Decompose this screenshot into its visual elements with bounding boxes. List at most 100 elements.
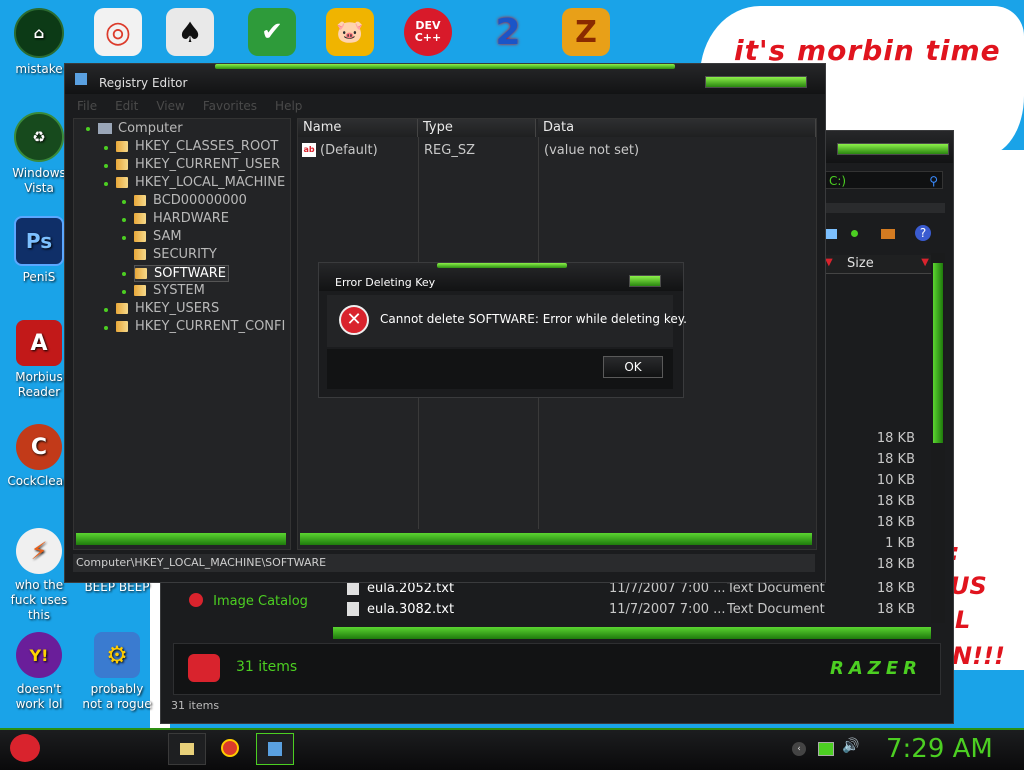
dialog-title: Error Deleting Key xyxy=(335,276,436,289)
tree-item-sam[interactable]: SAM xyxy=(134,229,182,244)
taskbar-regedit[interactable] xyxy=(256,733,294,765)
clock[interactable]: 7:29 AM xyxy=(886,734,993,764)
tree-item-hkey-current-user[interactable]: HKEY_CURRENT_USER xyxy=(116,157,280,172)
side-text-2: US xyxy=(950,572,987,600)
error-dialog[interactable]: Error Deleting Key ✕ Cannot delete SOFTW… xyxy=(318,262,687,398)
window-title: Registry Editor xyxy=(99,76,188,90)
folder-icon xyxy=(134,231,146,242)
table-row[interactable]: ab (Default) REG_SZ (value not set) xyxy=(302,143,802,161)
angry-bird-icon xyxy=(10,734,40,762)
desktop-icon-probably-not-a-rogue[interactable]: ⚙ probably not a rogue xyxy=(82,632,152,712)
size-column-header[interactable]: ▼ Size ▼ xyxy=(825,255,935,274)
tree-pane[interactable]: Computer HKEY_CLASSES_ROOT HKEY_CURRENT_… xyxy=(73,118,291,550)
dialog-message: Cannot delete SOFTWARE: Error while dele… xyxy=(380,312,687,326)
computer-icon xyxy=(98,123,112,134)
folder-icon xyxy=(134,213,146,224)
preview-icon[interactable] xyxy=(851,230,858,237)
dialog-close-button[interactable] xyxy=(629,275,661,287)
menu-bar: File Edit View Favorites Help xyxy=(77,99,302,115)
view-icon[interactable] xyxy=(825,229,837,239)
side-text-4: N!!! xyxy=(952,642,1005,670)
devcpp-icon[interactable]: DEV C++ xyxy=(404,8,452,56)
column-type[interactable]: Type xyxy=(418,119,536,137)
status-path: Computer\HKEY_LOCAL_MACHINE\SOFTWARE xyxy=(73,554,815,572)
start-button[interactable] xyxy=(4,730,46,768)
folder-icon[interactable] xyxy=(881,229,895,239)
values-hscroll[interactable] xyxy=(300,533,812,545)
address-bar[interactable]: C:) ⚲ xyxy=(825,171,943,189)
razer-logo: RAZER xyxy=(830,658,922,679)
shield-icon[interactable]: ✔ xyxy=(248,8,296,56)
nav-item-image-catalog[interactable]: Image Catalog xyxy=(189,593,308,609)
table-row[interactable]: eula.3082.txt 11/7/2007 7:00 ... Text Do… xyxy=(347,600,927,620)
folder-icon xyxy=(135,268,147,279)
explorer-window-controls[interactable] xyxy=(837,143,949,155)
tree-item-hardware[interactable]: HARDWARE xyxy=(134,211,229,226)
tree-item-security[interactable]: SECURITY xyxy=(134,247,217,262)
lightning-icon: ⚡ xyxy=(16,528,62,574)
column-name[interactable]: Name xyxy=(298,119,418,137)
folder-icon xyxy=(180,743,194,755)
regedit-icon xyxy=(75,73,87,85)
taskbar xyxy=(0,728,1024,770)
z-icon[interactable]: Z xyxy=(562,8,610,56)
folder-icon xyxy=(134,195,146,206)
explorer-toolbar: ? xyxy=(825,225,945,247)
size-list: 18 KB 18 KB 10 KB 18 KB 18 KB 1 KB 18 KB xyxy=(876,431,915,572)
tree-item-hkey-local-machine[interactable]: HKEY_LOCAL_MACHINE xyxy=(116,175,285,190)
explorer-hscroll[interactable] xyxy=(333,627,931,639)
window-controls[interactable] xyxy=(705,76,807,88)
chrome-icon[interactable]: ◎ xyxy=(94,8,142,56)
two-icon[interactable]: 2 xyxy=(484,8,532,56)
desktop-icon-yahoo[interactable]: Y! doesn't work lol xyxy=(4,632,74,712)
column-data[interactable]: Data xyxy=(538,119,816,137)
folder-icon xyxy=(116,303,128,314)
ok-button[interactable]: OK xyxy=(603,356,663,378)
solitaire-icon[interactable]: ♠ xyxy=(166,8,214,56)
dialog-body: ✕ Cannot delete SOFTWARE: Error while de… xyxy=(327,295,687,347)
xbox-icon: ⌂ xyxy=(14,8,64,58)
menu-help[interactable]: Help xyxy=(275,99,302,115)
image-catalog-icon xyxy=(189,593,203,607)
folder-icon xyxy=(116,141,128,152)
gear-icon: ⚙ xyxy=(94,632,140,678)
text-file-icon xyxy=(347,581,359,595)
menu-view[interactable]: View xyxy=(156,99,184,115)
recycle-bin-icon: ♻ xyxy=(14,112,64,162)
tree-item-hkey-users[interactable]: HKEY_USERS xyxy=(116,301,219,316)
taskbar-explorer[interactable] xyxy=(168,733,206,765)
tray-arrow-icon[interactable]: ‹ xyxy=(792,742,806,756)
tree-hscroll[interactable] xyxy=(76,533,286,545)
angry-bird-icon xyxy=(188,654,220,682)
menu-edit[interactable]: Edit xyxy=(115,99,138,115)
folder-icon xyxy=(116,159,128,170)
acrobat-icon: A xyxy=(16,320,62,366)
tree-item-hkey-current-config[interactable]: HKEY_CURRENT_CONFI xyxy=(116,319,285,334)
network-icon[interactable] xyxy=(818,742,834,756)
menu-file[interactable]: File xyxy=(77,99,97,115)
tree-item-software[interactable]: SOFTWARE xyxy=(134,265,229,282)
volume-icon[interactable]: 🔊 xyxy=(842,738,859,754)
photoshop-icon: Ps xyxy=(14,216,64,266)
help-icon[interactable]: ? xyxy=(915,225,931,241)
details-pane: 31 items RAZER xyxy=(173,643,941,695)
search-icon[interactable]: ⚲ xyxy=(929,172,938,190)
error-icon: ✕ xyxy=(339,305,369,335)
dialog-footer: OK xyxy=(327,349,673,389)
side-text-3: L xyxy=(955,606,971,634)
regedit-icon xyxy=(268,742,282,756)
tree-item-bcd[interactable]: BCD00000000 xyxy=(134,193,247,208)
folder-icon xyxy=(116,321,128,332)
folder-icon xyxy=(116,177,128,188)
bad-piggies-icon[interactable]: 🐷 xyxy=(326,8,374,56)
items-count: 31 items xyxy=(236,659,298,675)
menu-favorites[interactable]: Favorites xyxy=(203,99,257,115)
explorer-vscroll[interactable] xyxy=(931,253,945,623)
tree-item-computer[interactable]: Computer xyxy=(98,121,183,136)
string-value-icon: ab xyxy=(302,143,316,157)
tree-item-hkey-classes-root[interactable]: HKEY_CLASSES_ROOT xyxy=(116,139,278,154)
chrome-icon xyxy=(221,739,239,757)
folder-icon xyxy=(134,285,146,296)
taskbar-chrome[interactable] xyxy=(212,733,248,763)
tree-item-system[interactable]: SYSTEM xyxy=(134,283,205,298)
